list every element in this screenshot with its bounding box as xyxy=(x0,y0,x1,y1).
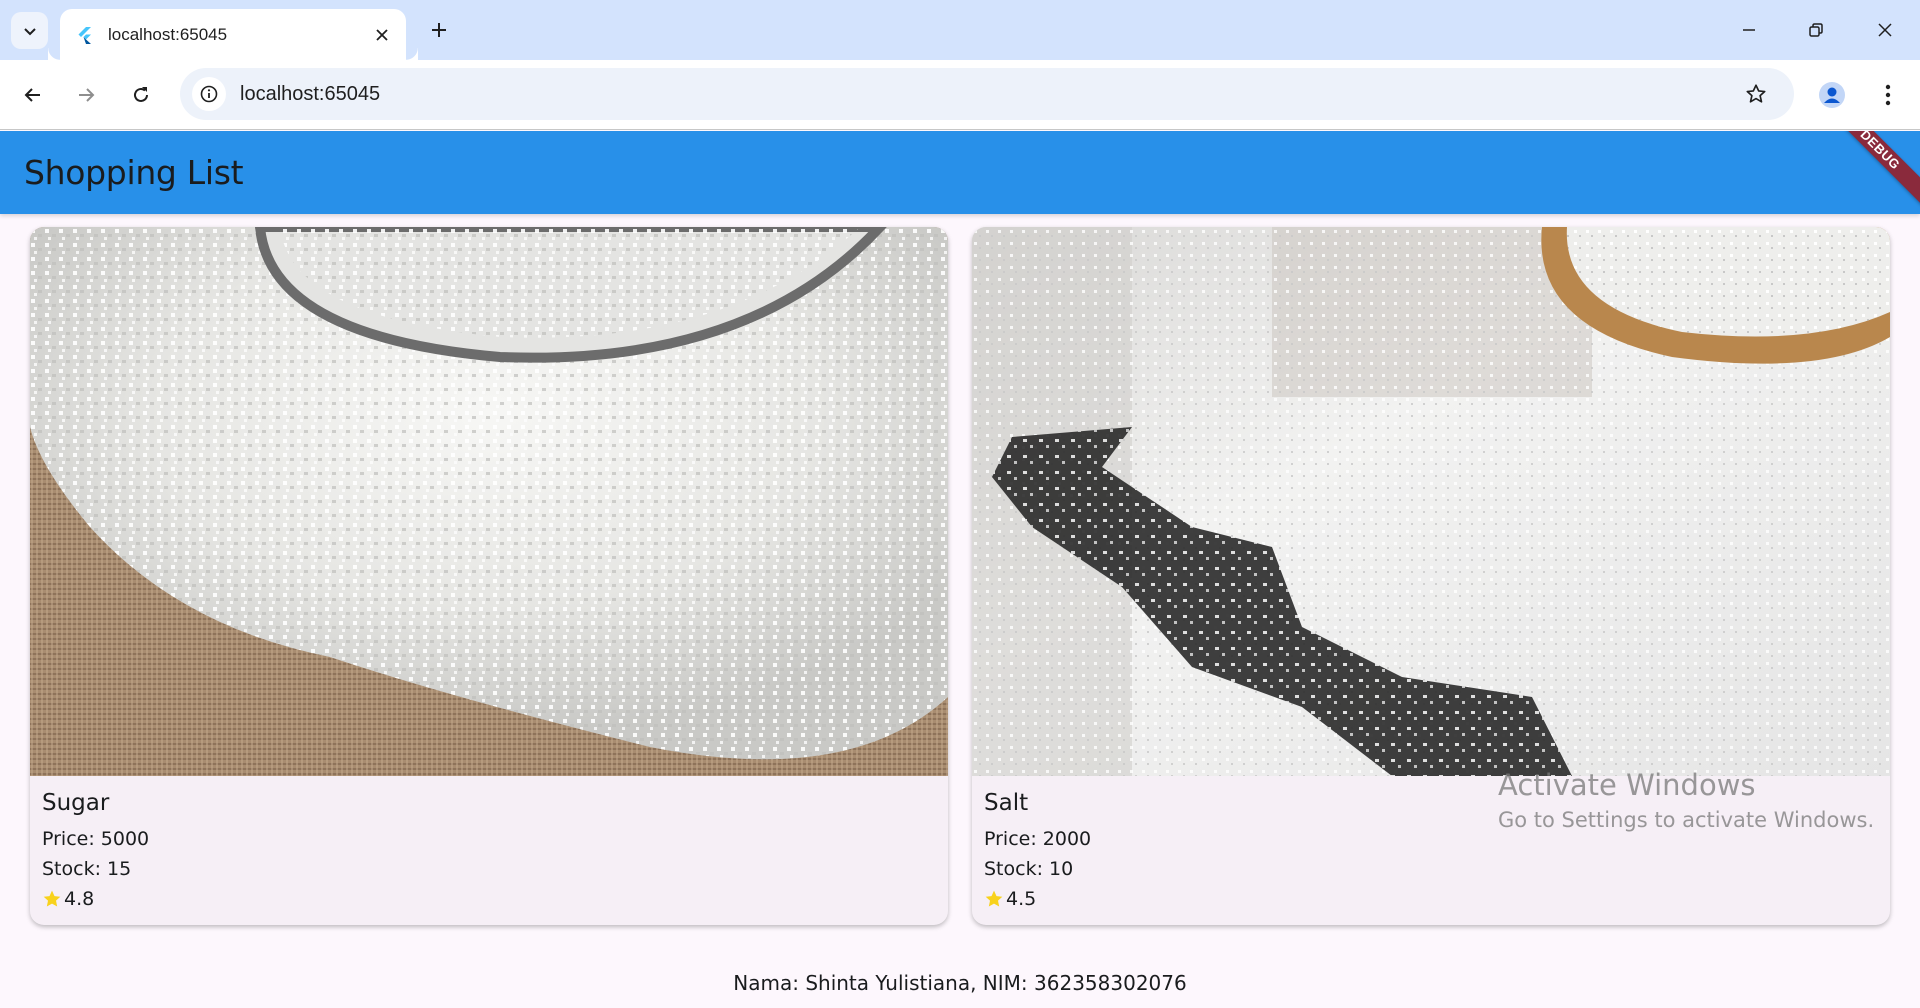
product-stock: Stock: 15 xyxy=(42,858,132,880)
plus-icon xyxy=(432,23,446,37)
minimize-icon xyxy=(1743,29,1755,31)
footer-credit: Nama: Shinta Yulistiana, NIM: 3623583020… xyxy=(733,971,1187,995)
close-icon[interactable] xyxy=(370,23,394,47)
watermark-subtitle: Go to Settings to activate Windows. xyxy=(1498,808,1875,832)
rating-star-icon xyxy=(985,890,1003,907)
product-card-sugar[interactable]: Sugar Price: 5000 Stock: 15 4.8 xyxy=(30,227,948,925)
product-rating: 4.8 xyxy=(42,884,936,914)
product-rating: 4.5 xyxy=(984,884,1878,914)
reload-button[interactable] xyxy=(123,77,159,113)
rating-value: 4.5 xyxy=(1006,888,1037,910)
bookmark-star-icon xyxy=(1746,84,1766,103)
tab-search-button[interactable] xyxy=(11,12,48,49)
rating-star-icon xyxy=(43,890,61,907)
tab-search-icon xyxy=(23,27,36,35)
sugar-image xyxy=(30,227,948,776)
product-name: Sugar xyxy=(42,790,110,816)
forward-button[interactable] xyxy=(68,77,104,113)
browser-toolbar: localhost:65045 xyxy=(0,60,1920,130)
product-price: Price: 5000 xyxy=(42,828,150,850)
back-button[interactable] xyxy=(15,77,51,113)
reload-icon xyxy=(134,87,148,102)
rating-value: 4.8 xyxy=(64,888,95,910)
profile-button[interactable] xyxy=(1814,77,1850,113)
app-viewport: Shopping List DEBUG Sugar Price: 5000 St… xyxy=(0,131,1920,1008)
bookmark-button[interactable] xyxy=(1738,76,1774,112)
restore-button[interactable] xyxy=(1793,10,1839,50)
more-vert-icon xyxy=(1885,84,1891,106)
watermark-title: Activate Windows xyxy=(1498,768,1756,802)
product-stock: Stock: 10 xyxy=(984,858,1074,880)
forward-arrow-icon xyxy=(79,88,95,102)
restore-icon xyxy=(1809,23,1823,37)
browser-menu-button[interactable] xyxy=(1870,77,1906,113)
back-arrow-icon xyxy=(24,88,40,102)
salt-image xyxy=(972,227,1890,776)
minimize-button[interactable] xyxy=(1726,10,1772,50)
tab-strip: localhost:65045 xyxy=(0,0,1920,60)
card-body: Sugar Price: 5000 Stock: 15 4.8 xyxy=(30,776,948,914)
windows-activation-watermark: Activate Windows Go to Settings to activ… xyxy=(1498,768,1874,832)
page-title: Shopping List xyxy=(24,153,244,192)
new-tab-button[interactable] xyxy=(423,14,455,46)
flutter-favicon-icon xyxy=(78,26,91,44)
url-text[interactable]: localhost:65045 xyxy=(240,83,1738,106)
active-tab[interactable]: localhost:65045 xyxy=(60,9,418,60)
profile-icon xyxy=(1819,82,1845,108)
window-close-icon xyxy=(1878,23,1892,37)
tab-title: localhost:65045 xyxy=(108,24,228,44)
site-info-button[interactable] xyxy=(192,77,226,111)
site-info-icon xyxy=(200,85,218,103)
address-bar[interactable]: localhost:65045 xyxy=(180,68,1794,120)
app-bar: Shopping List xyxy=(0,131,1920,214)
window-close-button[interactable] xyxy=(1862,10,1908,50)
